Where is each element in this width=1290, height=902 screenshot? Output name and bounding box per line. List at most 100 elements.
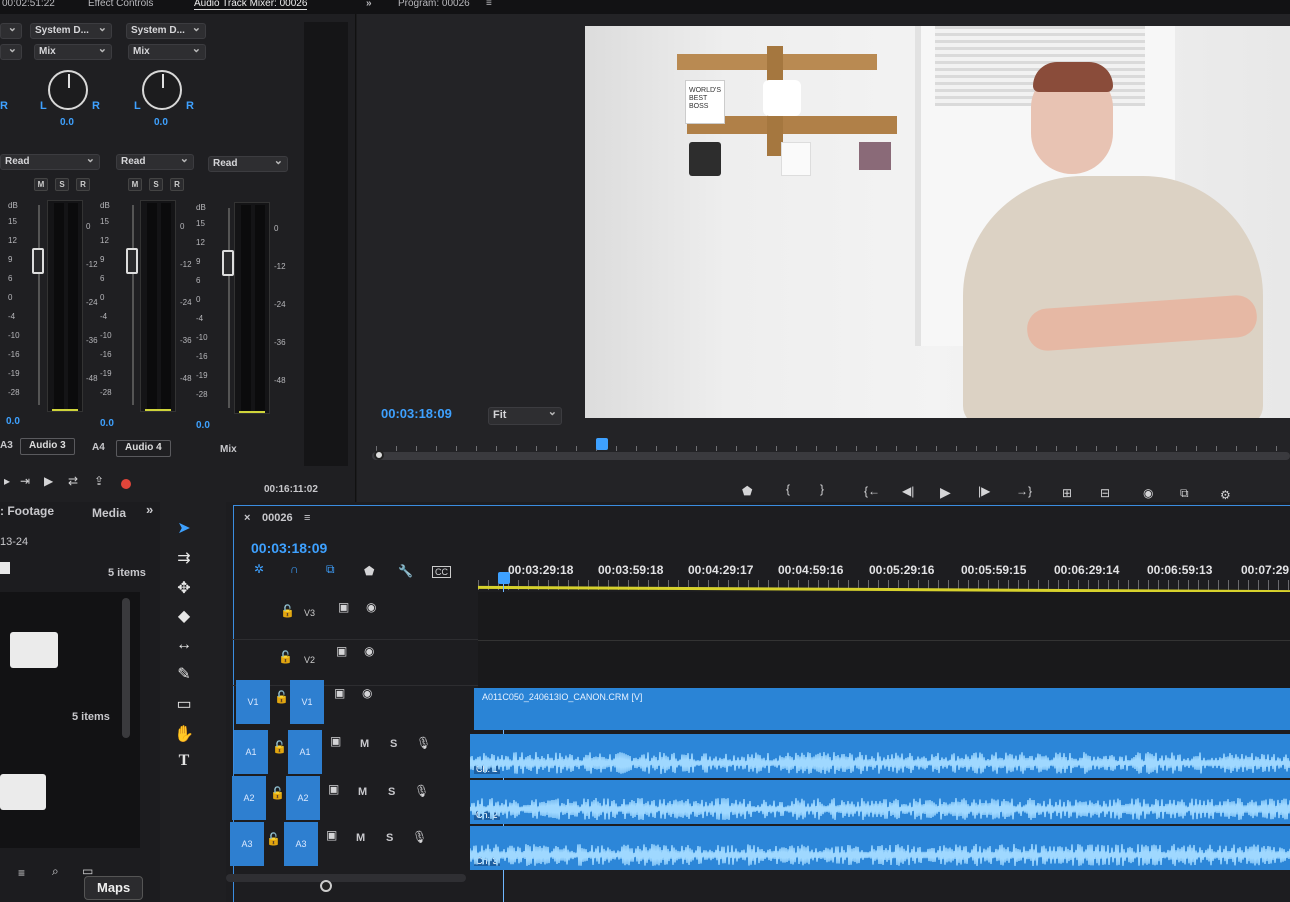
source-patch-a2[interactable]: A2 [232, 776, 266, 820]
extract-icon[interactable]: ⊟ [1100, 486, 1110, 500]
record-icon[interactable] [121, 479, 131, 489]
bin-scrollbar[interactable] [122, 598, 130, 738]
add-marker-timeline-icon[interactable]: ⬟ [364, 564, 374, 578]
automation-select-ch1[interactable]: Read [0, 154, 100, 170]
captions-icon[interactable]: CC [432, 566, 451, 578]
program-playhead[interactable] [596, 438, 608, 450]
lock-icon[interactable]: 🔓 [274, 690, 289, 704]
type-tool-icon[interactable]: T [173, 752, 195, 774]
ripple-edit-tool-icon[interactable]: ✥ [173, 578, 195, 600]
timeline-playhead-handle[interactable] [498, 572, 510, 584]
track-header-v3[interactable] [232, 594, 478, 640]
step-forward-icon[interactable]: |▶ [978, 484, 990, 498]
project-panel-title[interactable]: : Footage [0, 504, 54, 518]
solo-button-ch3[interactable]: S [149, 178, 163, 191]
tab-audio-track-mixer[interactable]: Audio Track Mixer: 00026 [194, 0, 308, 10]
settings-gear-icon[interactable]: ⚙ [1220, 488, 1231, 502]
go-to-out-icon[interactable]: →} [1016, 484, 1032, 498]
solo-track-a1[interactable]: S [390, 738, 397, 750]
selection-tool-icon[interactable]: ➤ [173, 518, 195, 540]
track-select-tool-icon[interactable]: ⇉ [173, 548, 195, 570]
microphone-icon[interactable]: 🎙 [416, 736, 431, 750]
loop-icon[interactable]: ⇄ [68, 474, 78, 488]
program-menu-icon[interactable]: ≡ [486, 0, 492, 9]
pen-tool-icon[interactable]: ✎ [173, 664, 195, 686]
track-target-a3[interactable]: A3 [284, 822, 318, 866]
export-frame-icon[interactable]: ◉ [1143, 486, 1153, 500]
timeline-horizontal-scrollbar[interactable] [226, 874, 466, 882]
sync-lock-icon[interactable]: ▣ [330, 734, 341, 748]
wrench-settings-icon[interactable]: 🔧 [398, 564, 413, 578]
record-button-ch3[interactable]: R [170, 178, 184, 191]
eye-icon[interactable]: ◉ [366, 600, 376, 614]
panel-menu-icon[interactable]: » [366, 0, 372, 9]
audio-clip-a2[interactable]: Ch. 2 [470, 780, 1290, 824]
mute-track-a2[interactable]: M [358, 786, 367, 798]
track-target-a1[interactable]: A1 [288, 730, 322, 774]
microphone-icon[interactable]: 🎙 [414, 784, 429, 798]
razor-tool-icon[interactable]: ◆ [173, 606, 195, 628]
zoom-handle[interactable] [320, 880, 332, 892]
snap-magnet-icon[interactable]: ∩ [290, 562, 299, 576]
mode-select-ch1[interactable] [0, 44, 22, 60]
sync-lock-icon[interactable]: ▣ [328, 782, 339, 796]
hand-tool-icon[interactable]: ✋ [173, 724, 195, 746]
microphone-icon[interactable]: 🎙 [412, 830, 427, 844]
audio-clip-a3[interactable]: Ch. 3 [470, 826, 1290, 870]
solo-track-a3[interactable]: S [386, 832, 393, 844]
fader-handle-mix[interactable] [222, 250, 234, 276]
add-marker-icon[interactable]: ⬟ [742, 484, 752, 498]
input-select-ch1[interactable] [0, 23, 22, 39]
step-back-icon[interactable]: ◀| [902, 484, 914, 498]
play-button-icon[interactable]: ▶ [940, 484, 951, 501]
pan-knob-ch2[interactable] [48, 70, 88, 110]
audio-clip-a1[interactable]: Ch. 1 [470, 734, 1290, 778]
panel-overflow-icon[interactable]: » [146, 502, 153, 517]
timeline-timecode[interactable]: 00:03:18:09 [251, 540, 327, 556]
fader-handle-ch3[interactable] [126, 248, 138, 274]
pan-knob-ch3[interactable] [142, 70, 182, 110]
source-patch-a1[interactable]: A1 [234, 730, 268, 774]
sync-lock-icon[interactable]: ▣ [326, 828, 337, 842]
track-name-audio-3[interactable]: Audio 3 [20, 438, 75, 455]
go-to-in-icon[interactable]: {← [864, 484, 880, 498]
linked-selection-icon[interactable]: ⧉ [326, 562, 335, 577]
nest-toggle-icon[interactable]: ✲ [254, 562, 264, 576]
lock-icon[interactable]: 🔓 [272, 740, 287, 754]
slip-tool-icon[interactable]: ↔ [173, 636, 195, 658]
solo-track-a2[interactable]: S [388, 786, 395, 798]
lock-icon[interactable]: 🔓 [266, 832, 281, 846]
rectangle-tool-icon[interactable]: ▭ [173, 694, 195, 716]
lift-icon[interactable]: ⊞ [1062, 486, 1072, 500]
scrub-start-handle[interactable] [374, 450, 384, 460]
sync-lock-icon[interactable]: ▣ [338, 600, 349, 614]
folder-icon[interactable] [10, 632, 58, 668]
sync-lock-icon[interactable]: ▣ [336, 644, 347, 658]
sync-lock-icon[interactable]: ▣ [334, 686, 345, 700]
eye-icon[interactable]: ◉ [362, 686, 372, 700]
lock-icon[interactable]: 🔓 [278, 650, 293, 664]
record-button-ch1[interactable]: R [76, 178, 90, 191]
fader-handle-ch1[interactable] [32, 248, 44, 274]
mark-in-icon[interactable]: { [786, 482, 790, 496]
source-patch-a3[interactable]: A3 [230, 822, 264, 866]
mute-track-a3[interactable]: M [356, 832, 365, 844]
lock-icon[interactable]: 🔓 [280, 604, 295, 618]
search-icon[interactable]: ⌕ [52, 864, 59, 879]
tab-media[interactable]: Media [92, 506, 126, 520]
mode-select-ch2[interactable]: Mix [34, 44, 112, 60]
track-target-v1[interactable]: V1 [290, 680, 324, 724]
mode-select-ch3[interactable]: Mix [128, 44, 206, 60]
compare-view-icon[interactable]: ⧉ [1180, 486, 1189, 501]
list-view-icon[interactable]: ≡ [18, 866, 25, 880]
mute-button-ch3[interactable]: M [128, 178, 142, 191]
play-icon[interactable]: ▶ [44, 474, 53, 488]
track-target-a2[interactable]: A2 [286, 776, 320, 820]
mute-button-ch1[interactable]: M [34, 178, 48, 191]
automation-select-ch3[interactable]: Read [116, 154, 194, 170]
export-icon[interactable]: ⇪ [94, 474, 104, 488]
mute-track-a1[interactable]: M [360, 738, 369, 750]
folder-icon-2[interactable] [0, 774, 46, 810]
video-clip[interactable]: A011C050_240613IO_CANON.CRM [V] [474, 688, 1290, 730]
go-to-out-icon[interactable]: ⇥ [20, 474, 30, 488]
